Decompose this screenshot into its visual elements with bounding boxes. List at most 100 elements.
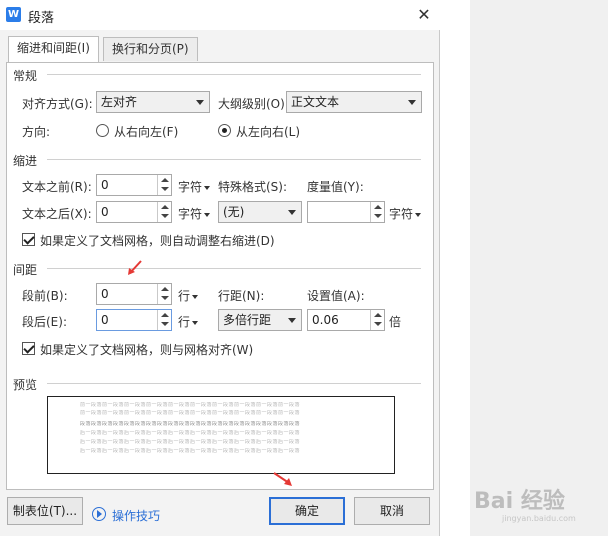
indent-after-label: 文本之后(X):	[22, 207, 92, 221]
outline-level-select[interactable]: 正文文本	[286, 91, 422, 113]
arrow-down-icon	[374, 214, 382, 218]
line-spacing-select[interactable]: 多倍行距	[218, 309, 302, 331]
preview-line: 后一段落后一段落后一段落后一段落后一段落后一段落后一段落后一段落后一段落后一段落	[80, 439, 301, 445]
wps-writer-icon: W	[6, 7, 21, 22]
auto-adjust-indent-label[interactable]: 如果定义了文档网格，则自动调整右缩进(D)	[40, 232, 275, 249]
tips-link[interactable]: 操作技巧	[112, 507, 160, 524]
chevron-down-icon	[288, 210, 296, 215]
direction-rtl-radio[interactable]	[96, 124, 109, 137]
direction-rtl-label[interactable]: 从右向左(F)	[114, 123, 178, 140]
dialog-title: 段落	[28, 11, 55, 26]
watermark-url: jingyan.baidu.com	[502, 514, 576, 523]
spinner-buttons[interactable]	[157, 175, 171, 195]
arrow-down-icon	[374, 322, 382, 326]
arrow-up-icon	[161, 178, 169, 182]
spinner-buttons[interactable]	[157, 284, 171, 304]
annotation-arrow-icon	[128, 260, 142, 275]
preview-line: 段落段落段落段落段落段落段落段落段落段落段落段落段落段落段落段落段落段落段落段落	[80, 421, 301, 427]
spinner-buttons[interactable]	[370, 310, 384, 330]
indent-before-label: 文本之前(R):	[22, 180, 92, 194]
direction-label: 方向:	[22, 125, 51, 139]
special-format-select[interactable]: (无)	[218, 201, 302, 223]
document-page-edge	[470, 0, 608, 536]
caret-down-icon	[192, 294, 199, 299]
arrow-up-icon	[161, 205, 169, 209]
indent-before-stepper[interactable]	[96, 174, 172, 196]
arrow-up-icon	[374, 313, 382, 317]
spinner-buttons[interactable]	[370, 202, 384, 222]
caret-down-icon	[415, 212, 422, 217]
snap-to-grid-label[interactable]: 如果定义了文档网格，则与网格对齐(W)	[40, 341, 253, 358]
tab-indent-spacing[interactable]: 缩进和间距(I)	[8, 36, 99, 62]
section-general-title: 常规	[13, 67, 38, 84]
direction-ltr-label[interactable]: 从左向右(L)	[236, 123, 300, 140]
measure-label: 度量值(Y):	[307, 180, 364, 194]
measure-stepper[interactable]	[307, 201, 385, 223]
divider	[47, 268, 421, 269]
arrow-up-icon	[161, 287, 169, 291]
caret-down-icon	[204, 212, 211, 217]
spacing-before-input[interactable]	[97, 284, 157, 304]
cancel-button[interactable]: 取消	[354, 497, 430, 525]
indent-after-input[interactable]	[97, 202, 157, 222]
measure-input[interactable]	[308, 202, 370, 222]
watermark-logo: Bai 经验	[474, 489, 565, 514]
indent-before-input[interactable]	[97, 175, 157, 195]
divider	[47, 159, 421, 160]
divider	[47, 383, 421, 384]
indent-after-unit[interactable]: 字符	[178, 205, 211, 222]
unit-text: 字符	[389, 207, 414, 221]
direction-ltr-radio[interactable]	[218, 124, 231, 137]
unit-text: 行	[178, 289, 191, 303]
spinner-buttons[interactable]	[157, 202, 171, 222]
arrow-down-icon	[161, 187, 169, 191]
spinner-buttons[interactable]	[157, 310, 171, 330]
alignment-select[interactable]: 左对齐	[96, 91, 210, 113]
indent-before-unit[interactable]: 字符	[178, 178, 211, 195]
arrow-up-icon	[161, 313, 169, 317]
setting-value-stepper[interactable]	[307, 309, 385, 331]
section-spacing-title: 间距	[13, 261, 38, 278]
chevron-down-icon	[288, 318, 296, 323]
special-format-label: 特殊格式(S):	[218, 180, 288, 194]
unit-text: 行	[178, 315, 191, 329]
tab-stops-button[interactable]: 制表位(T)...	[7, 497, 83, 525]
arrow-down-icon	[161, 322, 169, 326]
spacing-after-unit[interactable]: 行	[178, 313, 199, 330]
title-bar: W 段落 ✕	[0, 0, 440, 30]
preview-line: 后一段落后一段落后一段落后一段落后一段落后一段落后一段落后一段落后一段落后一段落	[80, 430, 301, 436]
line-spacing-label: 行距(N):	[218, 289, 265, 303]
snap-to-grid-checkbox[interactable]	[22, 342, 35, 355]
paragraph-dialog: W 段落 ✕ 换行和分页(P) 缩进和间距(I) 常规 对齐方式(G): 左对齐…	[0, 0, 440, 536]
arrow-down-icon	[161, 214, 169, 218]
spacing-after-input[interactable]	[97, 310, 157, 330]
caret-down-icon	[192, 320, 199, 325]
section-indent-title: 缩进	[13, 152, 38, 169]
preview-line: 后一段落后一段落后一段落后一段落后一段落后一段落后一段落后一段落后一段落后一段落	[80, 448, 301, 454]
setting-value-label: 设置值(A):	[307, 289, 365, 303]
tab-line-page-breaks[interactable]: 换行和分页(P)	[103, 37, 198, 61]
close-icon[interactable]: ✕	[413, 4, 435, 26]
spacing-after-label: 段后(E):	[22, 315, 67, 329]
setting-value-input[interactable]	[308, 310, 370, 330]
spacing-before-label: 段前(B):	[22, 289, 68, 303]
special-format-value: (无)	[223, 205, 245, 219]
section-preview-title: 预览	[13, 376, 38, 393]
auto-adjust-indent-checkbox[interactable]	[22, 233, 35, 246]
divider	[47, 74, 421, 75]
spacing-before-unit[interactable]: 行	[178, 287, 199, 304]
spacing-before-stepper[interactable]	[96, 283, 172, 305]
paragraph-preview: 前一段落前一段落前一段落前一段落前一段落前一段落前一段落前一段落前一段落前一段落…	[47, 396, 395, 474]
ok-button[interactable]: 确定	[269, 497, 345, 525]
indent-after-stepper[interactable]	[96, 201, 172, 223]
alignment-value: 左对齐	[101, 95, 138, 109]
caret-down-icon	[204, 185, 211, 190]
outline-level-value: 正文文本	[291, 95, 340, 109]
annotation-arrow-icon	[273, 472, 292, 486]
alignment-label: 对齐方式(G):	[22, 97, 93, 111]
arrow-up-icon	[374, 205, 382, 209]
spacing-after-stepper[interactable]	[96, 309, 172, 331]
unit-text: 字符	[178, 180, 203, 194]
play-circle-icon[interactable]	[92, 507, 106, 521]
measure-unit[interactable]: 字符	[389, 205, 422, 222]
